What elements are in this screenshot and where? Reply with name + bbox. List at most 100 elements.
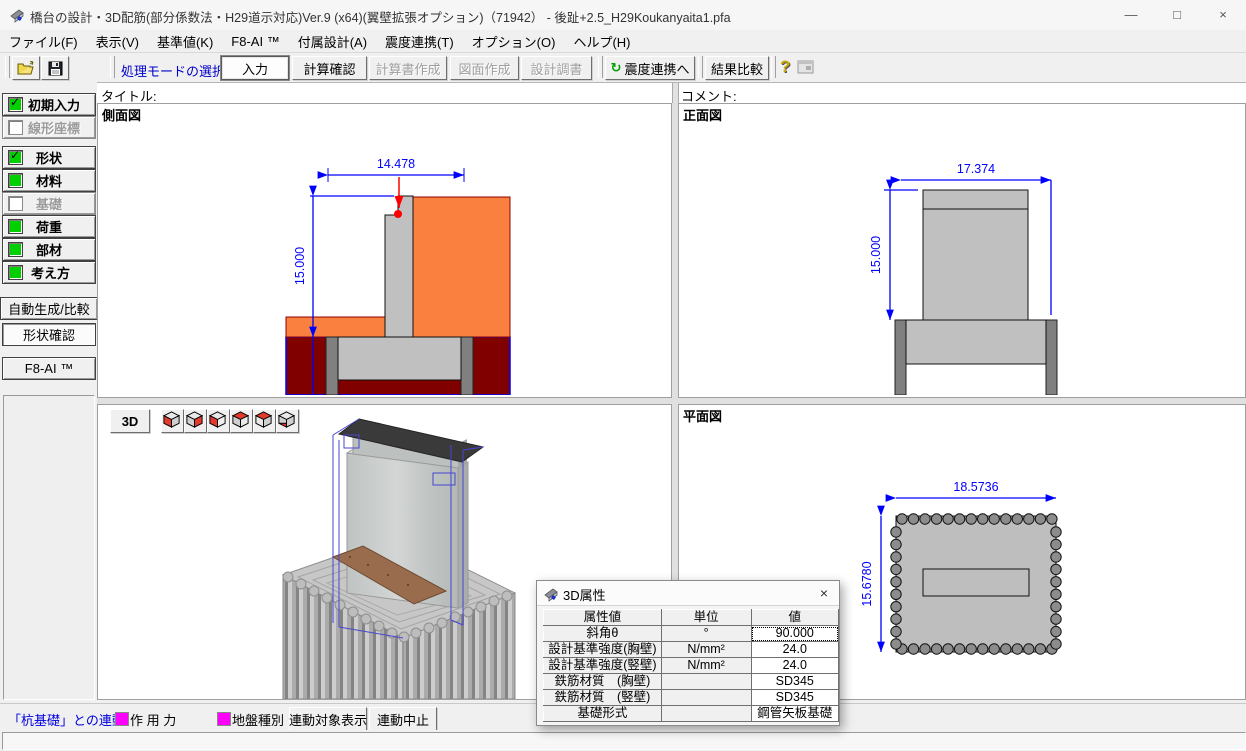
- checkbox-checked-icon: [8, 150, 23, 165]
- mode-calc-check-button[interactable]: 計算確認: [292, 56, 367, 80]
- mode-design-record-button[interactable]: 設計調書: [521, 56, 592, 80]
- front-view-label: 正面図: [683, 105, 722, 124]
- soil-legend-swatch: [217, 712, 231, 726]
- sidebar-item-initial-input[interactable]: 初期入力: [2, 93, 96, 116]
- save-button[interactable]: [41, 56, 69, 80]
- sidebar: 初期入力 線形座標 形状 材料 基礎 荷重 部材 考え方 自動生成/比較 形状確…: [0, 82, 97, 703]
- selected-point-marker: [394, 210, 402, 218]
- shape-check-button[interactable]: 形状確認: [2, 323, 96, 346]
- app-icon: [9, 7, 25, 23]
- dialog-titlebar[interactable]: 3D属性 ×: [537, 581, 839, 606]
- side-dim-width: 14.478: [377, 157, 415, 171]
- menu-standard-values[interactable]: 基準値(K): [148, 32, 222, 51]
- attributes-table: 属性値 単位 値 斜角θ ° 90.000 設計基準強度(胸壁) N/mm² 2…: [543, 609, 839, 722]
- main-toolbar: 処理モードの選択 入力 計算確認 計算書作成 図面作成 設計調書 ↻ 震度連携へ…: [0, 53, 1246, 83]
- seismic-link-button[interactable]: ↻ 震度連携へ: [605, 56, 695, 80]
- menu-view[interactable]: 表示(V): [87, 32, 148, 51]
- mode-input-button[interactable]: 入力: [221, 56, 289, 80]
- front-view-drawing: 17.374 15.000: [679, 104, 1245, 395]
- front-view-panel: 正面図 17.374 15.000: [678, 103, 1246, 398]
- sidebar-item-concept[interactable]: 考え方: [2, 261, 96, 284]
- front-dim-height: 15.000: [869, 236, 883, 274]
- toolbar-grip: [598, 56, 603, 78]
- help-icon[interactable]: ?: [780, 57, 790, 77]
- cube-view-icon-3[interactable]: [207, 409, 230, 433]
- sidebar-item-load[interactable]: 荷重: [2, 215, 96, 238]
- mode-report-button[interactable]: 計算書作成: [369, 56, 447, 80]
- toolbar-grip: [771, 56, 776, 78]
- refresh-icon: ↻: [611, 60, 622, 76]
- status-message-area: [2, 732, 1246, 750]
- menu-f8ai[interactable]: F8-AI ™: [222, 34, 288, 49]
- close-button[interactable]: ×: [1200, 0, 1246, 30]
- field-row: タイトル: コメント:: [97, 82, 1246, 104]
- mode-select-label: 処理モードの選択: [121, 61, 225, 80]
- cube-view-icon-4[interactable]: [230, 409, 253, 433]
- menu-file[interactable]: ファイル(F): [0, 32, 87, 51]
- menu-options[interactable]: オプション(O): [463, 32, 565, 51]
- plan-dim-width: 18.5736: [953, 480, 998, 494]
- cube-view-icon-5[interactable]: [253, 409, 276, 433]
- col-header-unit: 単位: [661, 610, 751, 626]
- front-dim-width: 17.374: [957, 162, 995, 176]
- checkbox-filled-icon: [8, 219, 23, 234]
- auto-generate-button[interactable]: 自動生成/比較: [0, 297, 98, 320]
- three-d-mode-button[interactable]: 3D: [110, 409, 150, 433]
- force-legend-swatch: [115, 712, 129, 726]
- sidebar-item-linear-coords[interactable]: 線形座標: [2, 116, 96, 139]
- sidebar-item-shape[interactable]: 形状: [2, 146, 96, 169]
- toolbar-grip: [110, 56, 115, 78]
- toolbar-grip: [5, 56, 10, 78]
- open-folder-icon: [17, 61, 35, 76]
- plan-dim-height: 15.6780: [860, 561, 874, 606]
- app-icon: [543, 586, 559, 602]
- checkbox-empty-icon: [8, 120, 23, 135]
- toolbar-grip: [698, 56, 703, 78]
- menu-attached-design[interactable]: 付属設計(A): [289, 32, 376, 51]
- sidebar-item-material[interactable]: 材料: [2, 169, 96, 192]
- stop-link-button[interactable]: 連動中止: [369, 707, 437, 731]
- plan-view-label: 平面図: [683, 406, 722, 425]
- table-row: 鉄筋材質 (胸壁) SD345: [544, 674, 839, 690]
- dialog-close-icon[interactable]: ×: [815, 584, 833, 602]
- table-row: 設計基準強度(竪壁) N/mm² 24.0: [544, 658, 839, 674]
- field-divider: [672, 83, 679, 104]
- menu-bar: ファイル(F) 表示(V) 基準値(K) F8-AI ™ 付属設計(A) 震度連…: [0, 30, 1246, 53]
- show-link-target-button[interactable]: 連動対象表示: [289, 707, 367, 731]
- menu-help[interactable]: ヘルプ(H): [564, 32, 639, 51]
- three-d-attributes-dialog: 3D属性 × 属性値 単位 値 斜角θ ° 90.000 設計基準強度(胸壁) …: [536, 580, 840, 726]
- checkbox-filled-icon: [8, 265, 23, 280]
- sidebar-item-foundation[interactable]: 基礎: [2, 192, 96, 215]
- side-view-drawing: 14.478 15.000: [98, 104, 671, 395]
- table-row: 斜角θ ° 90.000: [544, 626, 839, 642]
- table-row: 基礎形式 鋼管矢板基礎: [544, 706, 839, 722]
- pile-foundation-link-label: 「杭基礎」との連動: [8, 710, 125, 729]
- soil-legend-label: 地盤種別: [232, 710, 284, 729]
- checkbox-filled-icon: [8, 173, 23, 188]
- checkbox-filled-icon: [8, 242, 23, 257]
- open-file-button[interactable]: [12, 56, 40, 80]
- window-titlebar: 橋台の設計・3D配筋(部分係数法・H29道示対応)Ver.9 (x64)(翼壁拡…: [0, 0, 1246, 31]
- sidebar-item-member[interactable]: 部材: [2, 238, 96, 261]
- col-header-value: 値: [751, 610, 839, 626]
- status-bar: [0, 730, 1246, 751]
- table-row: 設計基準強度(胸壁) N/mm² 24.0: [544, 642, 839, 658]
- checkbox-checked-icon: [8, 97, 23, 112]
- form-window-icon: [797, 60, 814, 74]
- mode-drawing-button[interactable]: 図面作成: [450, 56, 519, 80]
- checkbox-empty-icon: [8, 196, 23, 211]
- f8ai-button[interactable]: F8-AI ™: [2, 357, 96, 380]
- maximize-button[interactable]: □: [1154, 0, 1200, 30]
- seismic-link-label: 震度連携へ: [624, 59, 689, 78]
- sidebar-empty-panel: [3, 395, 95, 700]
- menu-seismic-link[interactable]: 震度連携(T): [376, 32, 463, 51]
- dialog-title: 3D属性: [563, 585, 606, 604]
- cube-view-icon-1[interactable]: [161, 409, 184, 433]
- side-dim-height: 15.000: [293, 247, 307, 285]
- cube-view-icon-6[interactable]: [276, 409, 299, 433]
- value-cell-selected[interactable]: 90.000: [751, 626, 839, 642]
- result-compare-button[interactable]: 結果比較: [705, 56, 769, 80]
- side-view-label: 側面図: [102, 105, 141, 124]
- minimize-button[interactable]: —: [1108, 0, 1154, 30]
- cube-view-icon-2[interactable]: [184, 409, 207, 433]
